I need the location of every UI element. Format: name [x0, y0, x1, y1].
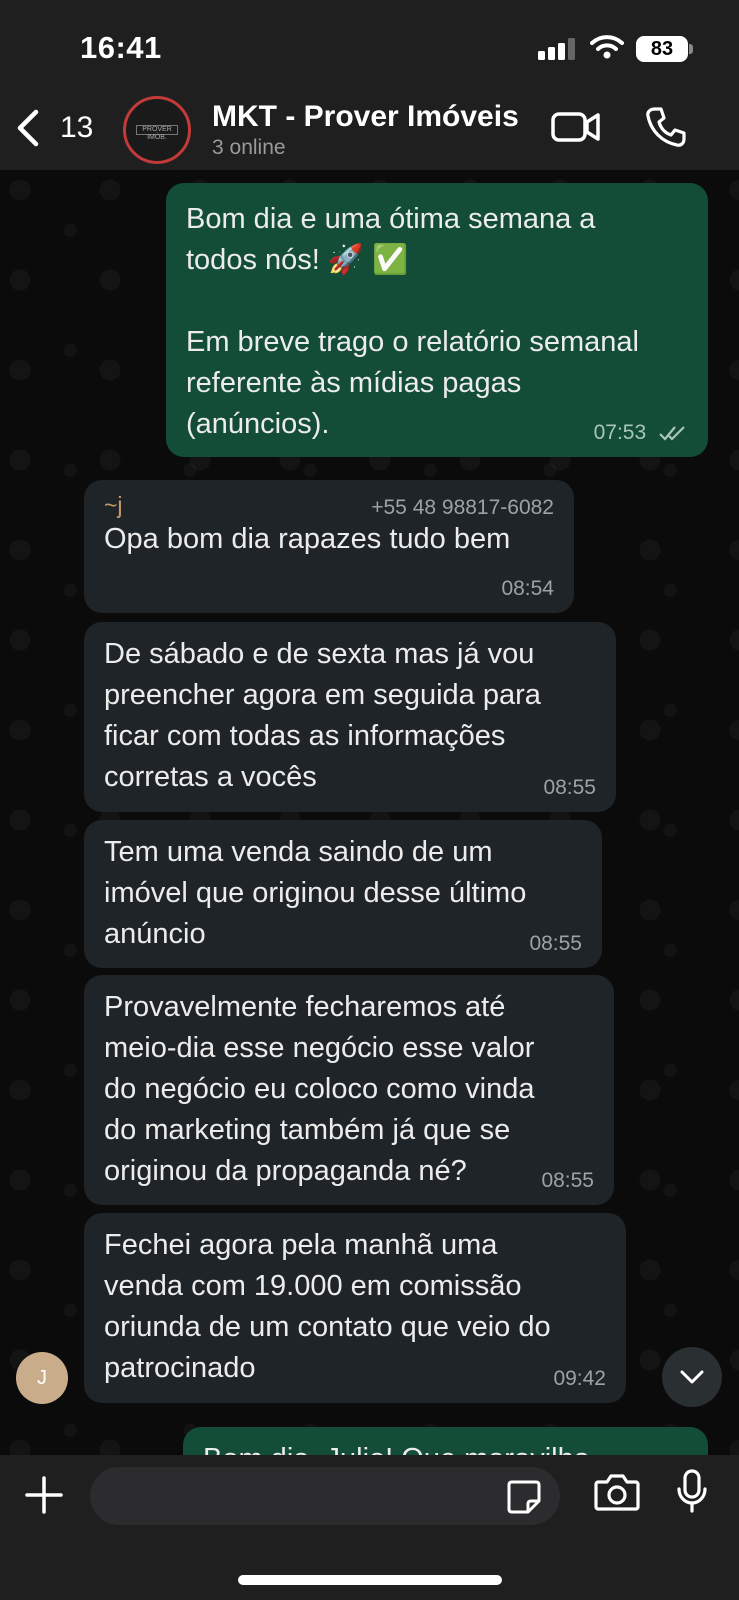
home-indicator[interactable]	[238, 1575, 502, 1585]
group-avatar-logo: PROVER IMÓB.	[136, 125, 178, 141]
chat-title[interactable]: MKT - Prover Imóveis	[212, 100, 519, 134]
message-time: 08:54	[501, 577, 554, 600]
status-time: 16:41	[80, 30, 162, 65]
scroll-down-button[interactable]	[662, 1347, 722, 1407]
message-bubble-outgoing[interactable]: Bom dia e uma ótima semana a todos nós! …	[166, 183, 708, 457]
camera-icon[interactable]	[594, 1473, 640, 1516]
group-avatar[interactable]: PROVER IMÓB.	[123, 96, 191, 164]
video-call-icon[interactable]	[551, 110, 601, 149]
message-time: 08:55	[541, 1169, 594, 1192]
message-text: Provavelmente fecharemos até meio-dia es…	[104, 991, 535, 1187]
sender-phone: +55 48 98817-6082	[371, 496, 554, 519]
message-text: De sábado e de sexta mas já vou preenche…	[104, 638, 541, 793]
message-bubble-incoming[interactable]: ~j +55 48 98817-6082 Opa bom dia rapazes…	[84, 480, 574, 613]
sticker-icon[interactable]	[506, 1479, 542, 1520]
cellular-signal-icon	[538, 38, 578, 60]
message-bubble-incoming[interactable]: Fechei agora pela manhã uma venda com 19…	[84, 1213, 626, 1403]
back-chevron-icon	[17, 109, 39, 147]
message-bubble-incoming[interactable]: De sábado e de sexta mas já vou preenche…	[84, 622, 616, 812]
message-text: Tem uma venda saindo de um imóvel que or…	[104, 836, 527, 950]
message-input[interactable]	[90, 1467, 560, 1525]
microphone-icon[interactable]	[676, 1469, 708, 1518]
message-time: 08:55	[529, 932, 582, 955]
sender-avatar[interactable]: J	[16, 1352, 68, 1404]
message-text: Bom dia e uma ótima semana a todos nós! …	[186, 203, 639, 440]
battery-indicator: 83	[636, 36, 688, 62]
chat-header: 16:41 83 13 PROVER IMÓB. MKT - Prover Im…	[0, 0, 739, 170]
message-time-text: 07:53	[593, 421, 647, 444]
message-time: 08:55	[543, 776, 596, 799]
message-time: 09:42	[553, 1367, 606, 1390]
message-bubble-incoming[interactable]: Provavelmente fecharemos até meio-dia es…	[84, 975, 614, 1205]
wifi-icon	[590, 34, 624, 65]
message-text: Opa bom dia rapazes tudo bem	[104, 523, 511, 555]
plus-icon[interactable]	[24, 1475, 64, 1520]
message-text: Fechei agora pela manhã uma venda com 19…	[104, 1229, 551, 1384]
back-button[interactable]: 13	[14, 106, 94, 150]
scroll-down-icon	[680, 1370, 704, 1384]
message-bubble-incoming[interactable]: Tem uma venda saindo de um imóvel que or…	[84, 820, 602, 968]
double-check-icon	[659, 426, 685, 442]
unread-count: 13	[60, 111, 94, 144]
message-time: 07:53	[594, 421, 688, 445]
chat-subtitle: 3 online	[212, 136, 286, 159]
battery-tip	[689, 44, 693, 54]
phone-call-icon[interactable]	[645, 106, 687, 153]
